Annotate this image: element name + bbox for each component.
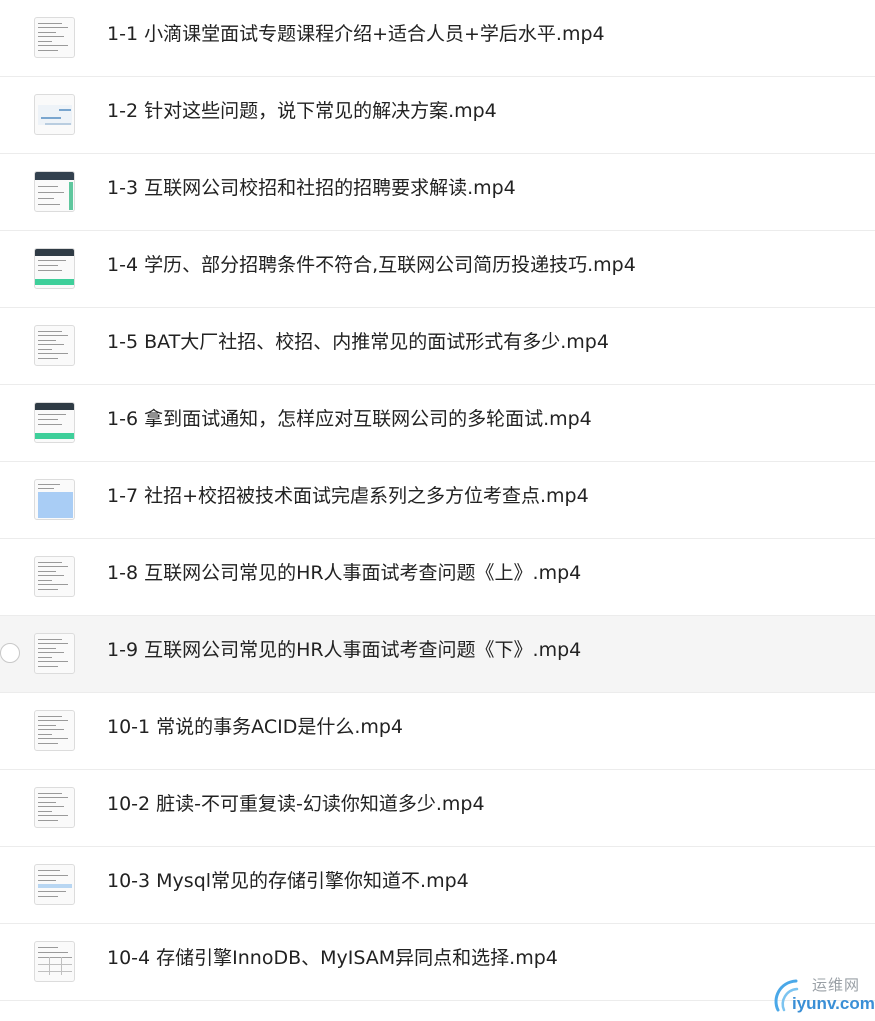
file-row[interactable]: 1-1 小滴课堂面试专题课程介绍+适合人员+学后水平.mp4 [0,0,875,77]
video-thumbnail-icon [34,402,75,443]
file-name[interactable]: 1-5 BAT大厂社招、校招、内推常见的面试形式有多少.mp4 [107,329,609,355]
video-thumbnail-icon [34,864,75,905]
file-name[interactable]: 1-2 针对这些问题，说下常见的解决方案.mp4 [107,98,497,124]
file-row[interactable]: 10-3 Mysql常见的存储引擎你知道不.mp4 [0,847,875,924]
file-row[interactable]: 10-4 存储引擎InnoDB、MyISAM异同点和选择.mp4 [0,924,875,1001]
file-row[interactable]: 1-9 互联网公司常见的HR人事面试考查问题《下》.mp4 [0,616,875,693]
file-name[interactable]: 1-9 互联网公司常见的HR人事面试考查问题《下》.mp4 [107,637,581,663]
file-name[interactable]: 10-3 Mysql常见的存储引擎你知道不.mp4 [107,868,469,894]
video-thumbnail-icon [34,17,75,58]
row-select-checkbox[interactable] [0,643,20,663]
file-row[interactable]: 1-2 针对这些问题，说下常见的解决方案.mp4 [0,77,875,154]
video-thumbnail-icon [34,941,75,982]
file-row[interactable]: 10-2 脏读-不可重复读-幻读你知道多少.mp4 [0,770,875,847]
video-thumbnail-icon [34,556,75,597]
file-name[interactable]: 1-6 拿到面试通知，怎样应对互联网公司的多轮面试.mp4 [107,406,592,432]
file-name[interactable]: 10-1 常说的事务ACID是什么.mp4 [107,714,403,740]
file-row[interactable]: 10-1 常说的事务ACID是什么.mp4 [0,693,875,770]
file-list: 1-1 小滴课堂面试专题课程介绍+适合人员+学后水平.mp4 1-2 针对这些问题… [0,0,875,1001]
video-thumbnail-icon [34,633,75,674]
file-name[interactable]: 1-1 小滴课堂面试专题课程介绍+适合人员+学后水平.mp4 [107,21,605,47]
video-thumbnail-icon [34,325,75,366]
file-row[interactable]: 1-3 互联网公司校招和社招的招聘要求解读.mp4 [0,154,875,231]
video-thumbnail-icon [34,710,75,751]
file-name[interactable]: 1-3 互联网公司校招和社招的招聘要求解读.mp4 [107,175,516,201]
file-row[interactable]: 1-6 拿到面试通知，怎样应对互联网公司的多轮面试.mp4 [0,385,875,462]
file-row[interactable]: 1-4 学历、部分招聘条件不符合,互联网公司简历投递技巧.mp4 [0,231,875,308]
file-row[interactable]: 1-8 互联网公司常见的HR人事面试考查问题《上》.mp4 [0,539,875,616]
video-thumbnail-icon [34,479,75,520]
video-thumbnail-icon [34,787,75,828]
file-row[interactable]: 1-5 BAT大厂社招、校招、内推常见的面试形式有多少.mp4 [0,308,875,385]
file-row[interactable]: 1-7 社招+校招被技术面试完虐系列之多方位考查点.mp4 [0,462,875,539]
file-name[interactable]: 10-4 存储引擎InnoDB、MyISAM异同点和选择.mp4 [107,945,558,971]
video-thumbnail-icon [34,171,75,212]
watermark: 运维网 iyunv.com [770,972,875,1018]
file-name[interactable]: 10-2 脏读-不可重复读-幻读你知道多少.mp4 [107,791,485,817]
file-name[interactable]: 1-7 社招+校招被技术面试完虐系列之多方位考查点.mp4 [107,483,589,509]
watermark-site-name: 运维网 [812,976,861,994]
file-name[interactable]: 1-8 互联网公司常见的HR人事面试考查问题《上》.mp4 [107,560,581,586]
watermark-domain: iyunv.com [792,994,875,1013]
video-thumbnail-icon [34,248,75,289]
video-thumbnail-icon [34,94,75,135]
file-name[interactable]: 1-4 学历、部分招聘条件不符合,互联网公司简历投递技巧.mp4 [107,252,636,278]
